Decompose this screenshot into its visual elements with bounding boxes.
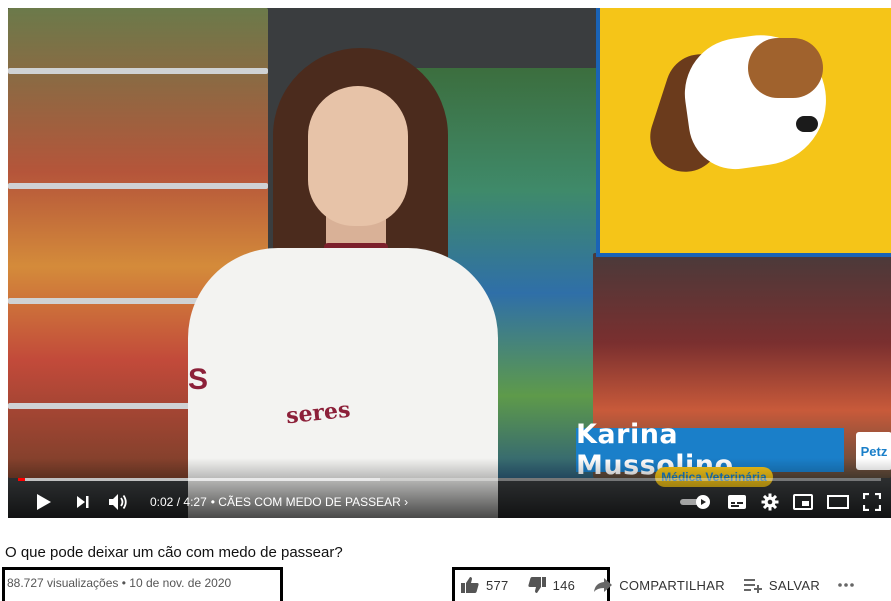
theater-mode-button[interactable] [827,486,849,518]
subtitles-button[interactable] [727,486,747,518]
video-frame: S seres Karina Mussolino Médica Veteriná… [8,8,891,518]
fullscreen-button[interactable] [863,486,881,518]
time-display: 0:02 / 4:27 [150,495,207,509]
playlist-add-icon [743,579,762,593]
progress-bar[interactable] [18,478,881,481]
share-label: COMPARTILHAR [619,577,725,593]
thumbs-down-icon [527,577,546,593]
meta-separator: • [121,576,126,590]
player-controls: 0:02 / 4:27 • CÃES COM MEDO DE PASSEAR › [8,486,891,518]
dog-nose [796,116,818,132]
time-current: 0:02 [150,495,174,509]
subtitles-icon [728,495,746,509]
dislike-count: 146 [552,577,576,593]
chapter-dot: • [210,495,215,509]
miniplayer-icon [793,494,813,510]
presenter-face [308,86,408,226]
next-button[interactable] [66,486,100,518]
gear-icon [761,493,779,511]
dog-patch [748,38,823,98]
play-button[interactable] [22,486,66,518]
play-icon [37,494,51,510]
more-horizontal-icon [838,583,854,587]
volume-button[interactable] [100,486,136,518]
buffer-fill [18,478,381,481]
upload-date: 10 de nov. de 2020 [129,576,232,590]
more-actions-button[interactable] [838,582,854,588]
share-button[interactable]: COMPARTILHAR [593,577,725,593]
chevron-right-icon: › [404,495,409,509]
right-controls [679,486,881,518]
settings-button[interactable] [761,486,779,518]
miniplayer-button[interactable] [793,486,813,518]
video-title: O que pode deixar um cão com medo de pas… [5,544,343,561]
autoplay-toggle[interactable] [679,486,713,518]
shelf-divider [8,183,268,189]
fullscreen-icon [863,493,881,511]
chapter-title: CÃES COM MEDO DE PASSEAR [218,495,401,509]
chapter-title-button[interactable]: • CÃES COM MEDO DE PASSEAR › [211,495,408,509]
shelf-divider [8,68,268,74]
progress-fill [18,478,25,481]
time-separator: / [176,495,181,509]
autoplay-icon [680,495,710,509]
view-count: 88.727 visualizações [7,576,119,590]
share-icon [594,578,613,592]
video-meta: 88.727 visualizações • 10 de nov. de 202… [7,576,231,590]
save-button[interactable]: SALVAR [743,577,820,593]
save-label: SALVAR [768,577,821,593]
video-player[interactable]: S seres Karina Mussolino Médica Veteriná… [8,8,891,518]
coat-logo: S [188,363,209,396]
time-total: 4:27 [183,495,207,509]
thumbs-up-icon [461,577,479,593]
skip-next-icon [77,496,89,508]
like-button[interactable]: 577 [460,576,509,594]
volume-icon [109,494,127,510]
action-bar: 577 146 COMPARTILHAR SALVAR [460,573,854,597]
like-count: 577 [486,577,509,593]
theater-icon [827,495,849,509]
dislike-button[interactable]: 146 [527,576,576,594]
